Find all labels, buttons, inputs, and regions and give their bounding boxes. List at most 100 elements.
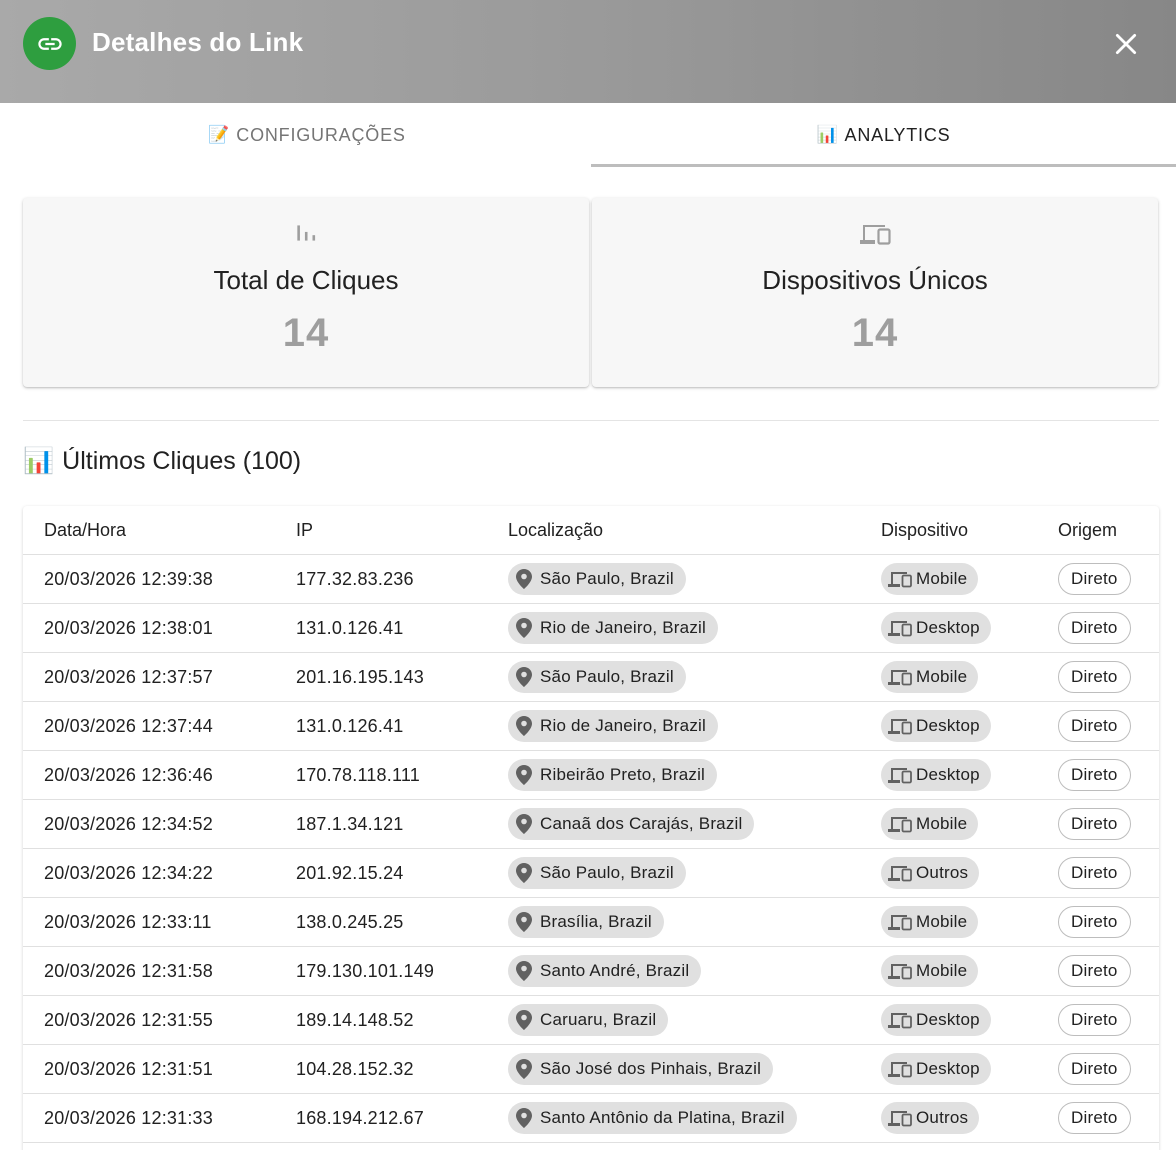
device-chip[interactable]: Mobile (881, 955, 979, 987)
device-cell: Outros (881, 849, 980, 897)
chart-emoji-icon: 📊 (816, 125, 839, 144)
devices-icon (592, 220, 1158, 250)
location-pin-icon (516, 1108, 532, 1128)
device-label: Desktop (916, 618, 980, 637)
tab-bar: 📝 CONFIGURAÇÕES 📊 ANALYTICS (0, 103, 1176, 167)
origin-chip[interactable]: Direto (1058, 759, 1131, 791)
device-chip[interactable]: Desktop (881, 1004, 991, 1036)
table-row[interactable]: 20/03/2026 12:31:51 104.28.152.32 São Jo… (23, 1045, 1159, 1094)
datetime-cell: 20/03/2026 12:34:52 (44, 813, 213, 834)
datetime-cell: 20/03/2026 12:39:38 (44, 568, 213, 589)
location-chip[interactable]: Santo Antônio da Platina, Brazil (508, 1102, 797, 1134)
origin-chip[interactable]: Direto (1058, 612, 1131, 644)
location-pin-icon (516, 569, 532, 589)
location-label: Ribeirão Preto, Brazil (540, 765, 706, 784)
device-cell: Mobile (881, 947, 979, 995)
origin-chip[interactable]: Direto (1058, 1004, 1131, 1036)
device-cell: Mobile (881, 653, 979, 701)
ip-cell: 170.78.118.111 (296, 764, 420, 785)
location-chip[interactable]: São Paulo, Brazil (508, 563, 686, 595)
datetime-cell: 20/03/2026 12:37:57 (44, 666, 213, 687)
origin-chip[interactable]: Direto (1058, 710, 1131, 742)
origin-chip[interactable]: Direto (1058, 1102, 1131, 1134)
table-row[interactable]: 20/03/2026 12:31:58 179.130.101.149 Sant… (23, 947, 1159, 996)
device-label: Mobile (916, 667, 968, 686)
datetime-cell: 20/03/2026 12:31:55 (44, 1009, 213, 1030)
location-cell: São Paulo, Brazil (508, 555, 686, 603)
device-label: Desktop (916, 716, 980, 735)
memo-icon: 📝 (208, 125, 231, 144)
device-label: Desktop (916, 1010, 980, 1029)
column-header[interactable]: Dispositivo (881, 506, 968, 554)
device-cell: Mobile (881, 898, 979, 946)
device-chip[interactable]: Outros (881, 1102, 980, 1134)
column-header[interactable]: Origem (1058, 506, 1117, 554)
origin-cell: Direto (1058, 751, 1131, 799)
device-cell: Desktop (881, 996, 991, 1044)
chart-emoji-icon: 📊 (23, 447, 55, 475)
stat-label: Total de Cliques (213, 265, 399, 295)
tab-configuracoes[interactable]: 📝 CONFIGURAÇÕES (23, 103, 591, 167)
devices-icon (888, 768, 912, 784)
column-header[interactable]: IP (296, 506, 313, 554)
location-cell: São José dos Pinhais, Brazil (508, 1045, 774, 1093)
location-label: São Paulo, Brazil (540, 667, 674, 686)
location-chip[interactable]: São Paulo, Brazil (508, 857, 686, 889)
location-pin-icon (516, 618, 532, 638)
origin-chip[interactable]: Direto (1058, 955, 1131, 987)
device-chip[interactable]: Desktop (881, 1053, 991, 1085)
location-label: Caruaru, Brazil (540, 1010, 657, 1029)
device-chip[interactable]: Mobile (881, 661, 979, 693)
table-row[interactable]: 20/03/2026 12:33:11 138.0.245.25 Brasíli… (23, 898, 1159, 947)
location-chip[interactable]: São José dos Pinhais, Brazil (508, 1053, 774, 1085)
origin-chip[interactable]: Direto (1058, 906, 1131, 938)
ip-cell: 138.0.245.25 (296, 911, 404, 932)
device-chip[interactable]: Mobile (881, 563, 979, 595)
devices-icon (888, 866, 912, 882)
origin-chip[interactable]: Direto (1058, 808, 1131, 840)
origin-chip[interactable]: Direto (1058, 857, 1131, 889)
location-pin-icon (516, 765, 532, 785)
location-cell: Brasília, Brazil (508, 898, 664, 946)
device-chip[interactable]: Desktop (881, 710, 991, 742)
table-row[interactable]: 20/03/2026 12:31:33 168.194.212.67 Santo… (23, 1094, 1159, 1143)
table-row[interactable]: 20/03/2026 12:38:01 131.0.126.41 Rio de … (23, 604, 1159, 653)
location-chip[interactable]: Caruaru, Brazil (508, 1004, 669, 1036)
location-chip[interactable]: Rio de Janeiro, Brazil (508, 612, 718, 644)
location-chip[interactable]: Rio de Janeiro, Brazil (508, 710, 718, 742)
device-label: Mobile (916, 814, 968, 833)
location-chip[interactable]: Ribeirão Preto, Brazil (508, 759, 718, 791)
origin-chip[interactable]: Direto (1058, 661, 1131, 693)
column-header[interactable]: Localização (508, 506, 603, 554)
location-chip[interactable]: Brasília, Brazil (508, 906, 664, 938)
device-chip[interactable]: Desktop (881, 612, 991, 644)
table-row[interactable]: 20/03/2026 12:34:22 201.92.15.24 São Pau… (23, 849, 1159, 898)
table-row[interactable]: 20/03/2026 12:31:55 189.14.148.52 Caruar… (23, 996, 1159, 1045)
device-chip[interactable]: Mobile (881, 906, 979, 938)
origin-cell: Direto (1058, 1045, 1131, 1093)
device-chip[interactable]: Mobile (881, 808, 979, 840)
location-chip[interactable]: São Paulo, Brazil (508, 661, 686, 693)
devices-icon (888, 1013, 912, 1029)
table-row[interactable]: 20/03/2026 12:39:38 177.32.83.236 São Pa… (23, 555, 1159, 604)
origin-chip[interactable]: Direto (1058, 563, 1131, 595)
table-row[interactable]: 20/03/2026 12:37:44 131.0.126.41 Rio de … (23, 702, 1159, 751)
stat-card-total-clicks: Total de Cliques 14 (23, 198, 589, 387)
location-chip[interactable]: Santo André, Brazil (508, 955, 702, 987)
dialog-title: Detalhes do Link (92, 27, 304, 57)
devices-icon (888, 915, 912, 931)
device-chip[interactable]: Outros (881, 857, 980, 889)
location-chip[interactable]: Canaã dos Carajás, Brazil (508, 808, 755, 840)
close-button[interactable] (1108, 26, 1144, 62)
table-row[interactable]: 20/03/2026 12:37:57 201.16.195.143 São P… (23, 653, 1159, 702)
column-header[interactable]: Data/Hora (44, 506, 126, 554)
origin-chip[interactable]: Direto (1058, 1053, 1131, 1085)
device-chip[interactable]: Desktop (881, 759, 991, 791)
stat-value: 14 (282, 311, 330, 355)
ip-cell: 179.130.101.149 (296, 960, 435, 981)
table-row[interactable]: 20/03/2026 12:34:52 187.1.34.121 Canaã d… (23, 800, 1159, 849)
tab-analytics[interactable]: 📊 ANALYTICS (591, 103, 1176, 167)
ip-cell: 201.16.195.143 (296, 666, 424, 687)
table-row[interactable]: 20/03/2026 12:36:46 170.78.118.111 Ribei… (23, 751, 1159, 800)
device-cell: Desktop (881, 751, 991, 799)
